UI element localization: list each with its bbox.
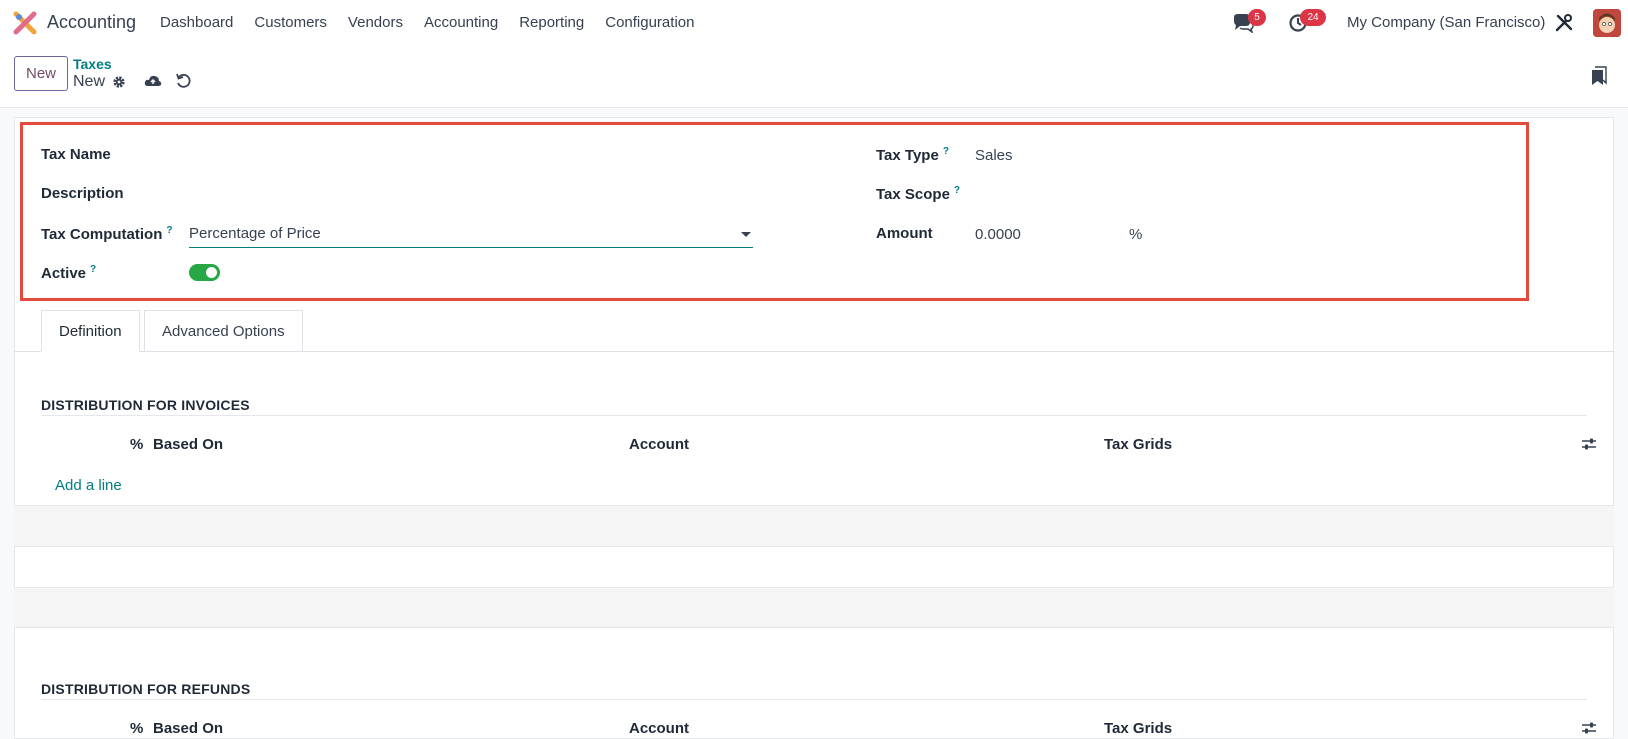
tab-definition[interactable]: Definition [41,310,140,352]
table-end-line [14,627,1614,629]
section-divider [41,699,1587,700]
tax-computation-select[interactable]: Percentage of Price [189,222,753,248]
tax-type-value[interactable]: Sales [975,147,1013,164]
col-account[interactable]: Account [629,436,689,453]
menu-vendors[interactable]: Vendors [348,14,403,31]
refunds-section-title: DISTRIBUTION FOR REFUNDS [41,681,251,697]
bookmark-icon[interactable] [1591,66,1607,86]
toggle-knob [206,267,217,278]
gear-icon[interactable] [112,75,126,89]
new-button[interactable]: New [14,56,68,91]
amount-input[interactable]: 0.0000 [975,226,1021,243]
help-icon[interactable]: ? [954,185,960,196]
tax-computation-value: Percentage of Price [189,225,321,242]
invoices-section-title: DISTRIBUTION FOR INVOICES [41,397,250,413]
active-label: Active? [41,264,97,282]
breadcrumb-current: New [73,73,106,90]
tax-computation-label: Tax Computation? [41,225,173,243]
menu-reporting[interactable]: Reporting [519,14,584,31]
tax-scope-label: Tax Scope? [876,185,961,203]
col-percent[interactable]: % [130,436,143,453]
menu-customers[interactable]: Customers [254,14,327,31]
col-tax-grids[interactable]: Tax Grids [1104,720,1172,737]
top-navbar: Accounting Dashboard Customers Vendors A… [0,0,1628,46]
breadcrumb-taxes[interactable]: Taxes [73,56,112,72]
col-based-on[interactable]: Based On [153,720,223,737]
tax-type-label: Tax Type? [876,146,949,164]
chevron-down-icon [741,232,751,237]
description-label: Description [41,185,124,202]
section-divider [41,415,1587,416]
col-percent[interactable]: % [130,720,143,737]
debug-tools-icon[interactable] [1555,14,1573,32]
help-icon[interactable]: ? [166,225,172,236]
save-cloud-icon[interactable] [144,73,162,89]
company-switcher[interactable]: My Company (San Francisco) [1347,14,1545,31]
discard-undo-icon[interactable] [175,73,191,89]
col-account[interactable]: Account [629,720,689,737]
menu-accounting[interactable]: Accounting [424,14,498,31]
menu-configuration[interactable]: Configuration [605,14,694,31]
main-menu: Dashboard Customers Vendors Accounting R… [160,14,715,31]
app-name[interactable]: Accounting [47,12,136,33]
menu-dashboard[interactable]: Dashboard [160,14,233,31]
tab-advanced-options[interactable]: Advanced Options [144,310,303,352]
accounting-app-icon[interactable] [13,11,37,35]
messages-badge: 5 [1248,9,1266,26]
help-icon[interactable]: ? [943,146,949,157]
empty-row [14,546,1614,587]
add-line-link[interactable]: Add a line [55,477,122,494]
col-based-on[interactable]: Based On [153,436,223,453]
tax-name-label: Tax Name [41,146,111,163]
active-toggle[interactable] [189,264,220,281]
optional-columns-icon[interactable] [1581,437,1597,451]
amount-label: Amount [876,225,933,242]
user-avatar[interactable] [1593,9,1621,37]
highlight-box [20,122,1529,301]
empty-row [14,587,1614,628]
amount-unit: % [1129,226,1143,243]
empty-row [14,505,1614,546]
activities-badge: 24 [1300,9,1326,26]
optional-columns-icon[interactable] [1581,721,1597,735]
help-icon[interactable]: ? [90,264,96,275]
col-tax-grids[interactable]: Tax Grids [1104,436,1172,453]
